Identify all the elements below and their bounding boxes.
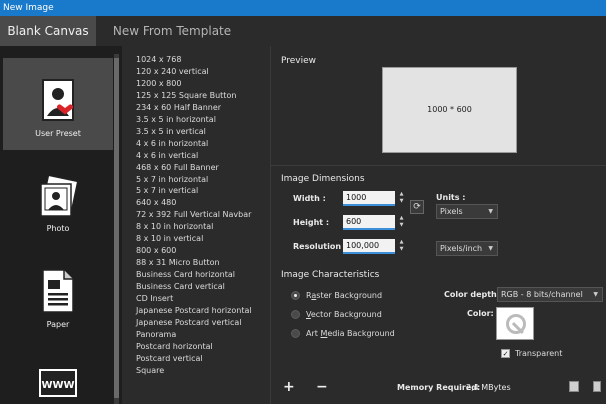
preset-item[interactable]: 120 x 240 vertical [136, 67, 209, 76]
no-color-icon [506, 314, 526, 334]
width-label: Width : [293, 194, 326, 203]
settings-panel: Preview 1000 * 600 Image Dimensions Widt… [271, 46, 606, 404]
units-value: Pixels [440, 207, 463, 216]
preview-canvas: 1000 * 600 [382, 67, 517, 153]
tab-new-from-template[interactable]: New From Template [104, 16, 240, 46]
transparent-checkbox[interactable]: ✓ [501, 349, 510, 358]
window-title: New Image [0, 0, 606, 16]
sidebar-item-label: Paper [46, 320, 70, 329]
sidebar-item-web[interactable]: WWW [3, 346, 113, 404]
resolution-input[interactable]: 100,000 [343, 239, 395, 254]
preset-item[interactable]: Panorama [136, 330, 176, 339]
checkmark-icon: ✓ [502, 350, 509, 358]
chevron-down-icon: ▼ [488, 208, 493, 215]
radio-unselected[interactable] [291, 310, 300, 319]
sidebar-item-paper[interactable]: Paper [3, 250, 113, 342]
preset-item[interactable]: CD Insert [136, 294, 173, 303]
preset-item[interactable]: 88 x 31 Micro Button [136, 258, 220, 267]
image-characteristics-title: Image Characteristics [281, 270, 380, 280]
preset-item[interactable]: 5 x 7 in vertical [136, 186, 198, 195]
resolution-spinner[interactable]: ▲ ▼ [398, 239, 405, 254]
preset-item[interactable]: 1200 x 800 [136, 79, 181, 88]
user-preset-icon [42, 79, 74, 121]
preset-item[interactable]: Square [136, 366, 164, 375]
color-label: Color: [467, 309, 494, 318]
preset-item[interactable]: Japanese Postcard vertical [136, 318, 242, 327]
height-input[interactable]: 600 [343, 215, 395, 230]
preset-item[interactable]: 8 x 10 in horizontal [136, 222, 213, 231]
sidebar-item-photo[interactable]: Photo [3, 154, 113, 246]
www-icon: WWW [39, 369, 77, 397]
preset-item[interactable]: Japanese Postcard horizontal [136, 306, 252, 315]
transparent-label: Transparent [515, 349, 563, 358]
footer-bar: + − Memory Required: 2,4 MBytes [271, 376, 606, 404]
add-preset-button[interactable]: + [283, 379, 295, 395]
preset-item[interactable]: 125 x 125 Square Button [136, 91, 236, 100]
spin-up-icon: ▲ [399, 191, 404, 197]
color-depth-label: Color depth : [444, 290, 503, 299]
tab-blank-canvas[interactable]: Blank Canvas [0, 16, 96, 46]
load-preset-icon[interactable] [593, 381, 601, 392]
sidebar-scrollbar-thumb[interactable] [114, 58, 119, 398]
preview-title: Preview [281, 56, 317, 66]
preset-item[interactable]: 468 x 60 Full Banner [136, 163, 219, 172]
preset-item[interactable]: Postcard vertical [136, 354, 203, 363]
photo-icon [40, 176, 79, 217]
height-spinner[interactable]: ▲ ▼ [398, 215, 405, 230]
sidebar-item-label: Photo [46, 224, 70, 233]
sidebar-scrollbar[interactable] [114, 54, 119, 404]
units-label: Units : [436, 193, 466, 202]
remove-preset-button[interactable]: − [316, 379, 328, 395]
preset-item[interactable]: 4 x 6 in vertical [136, 151, 198, 160]
preset-item[interactable]: 3.5 x 5 in vertical [136, 127, 206, 136]
preset-item[interactable]: Business Card horizontal [136, 270, 235, 279]
spin-down-icon: ▼ [399, 246, 404, 252]
color-swatch[interactable] [496, 307, 534, 340]
link-dimensions-button[interactable]: ⟳ [410, 200, 424, 214]
preset-item[interactable]: 800 x 600 [136, 246, 176, 255]
preset-item[interactable]: Postcard horizontal [136, 342, 213, 351]
color-depth-dropdown[interactable]: RGB - 8 bits/channel ▼ [497, 287, 603, 302]
preset-item[interactable]: 4 x 6 in horizontal [136, 139, 208, 148]
preset-category-sidebar: User Preset Photo Paper WWW [0, 46, 122, 404]
radio-unselected[interactable] [291, 329, 300, 338]
section-divider [271, 165, 606, 166]
tab-bar: Blank Canvas New From Template [0, 16, 606, 46]
image-dimensions-title: Image Dimensions [281, 174, 365, 184]
spin-down-icon: ▼ [399, 198, 404, 204]
spin-down-icon: ▼ [399, 222, 404, 228]
sidebar-item-label: User Preset [35, 129, 81, 138]
chevron-down-icon: ▼ [593, 291, 598, 298]
preset-item[interactable]: 72 x 392 Full Vertical Navbar [136, 210, 251, 219]
resolution-units-value: Pixels/inch [440, 244, 483, 253]
spin-up-icon: ▲ [399, 215, 404, 221]
preset-item[interactable]: 5 x 7 in horizontal [136, 175, 208, 184]
preset-item[interactable]: 234 x 60 Half Banner [136, 103, 221, 112]
preset-item[interactable]: 3.5 x 5 in horizontal [136, 115, 216, 124]
preset-item[interactable]: 1024 x 768 [136, 55, 181, 64]
units-dropdown[interactable]: Pixels ▼ [436, 204, 498, 219]
memory-required-value: 2,4 MBytes [466, 383, 511, 392]
paper-icon [42, 269, 74, 313]
chevron-down-icon: ▼ [488, 245, 493, 252]
preset-item[interactable]: 640 x 480 [136, 198, 176, 207]
sidebar-item-user-preset[interactable]: User Preset [3, 58, 113, 150]
spin-up-icon: ▲ [399, 239, 404, 245]
www-badge-text: WWW [41, 380, 74, 391]
link-icon: ⟳ [413, 202, 421, 212]
width-input[interactable]: 1000 [343, 191, 395, 206]
color-depth-value: RGB - 8 bits/channel [501, 290, 583, 299]
width-spinner[interactable]: ▲ ▼ [398, 191, 405, 206]
preset-list: 1024 x 768 120 x 240 vertical 1200 x 800 12… [126, 46, 268, 404]
preset-item[interactable]: Business Card vertical [136, 282, 225, 291]
resolution-label: Resolution : [293, 242, 348, 251]
preset-item[interactable]: 8 x 10 in vertical [136, 234, 203, 243]
resolution-units-dropdown[interactable]: Pixels/inch ▼ [436, 241, 498, 256]
radio-selected[interactable] [291, 291, 300, 300]
save-preset-icon[interactable] [569, 381, 579, 392]
height-label: Height : [293, 218, 330, 227]
